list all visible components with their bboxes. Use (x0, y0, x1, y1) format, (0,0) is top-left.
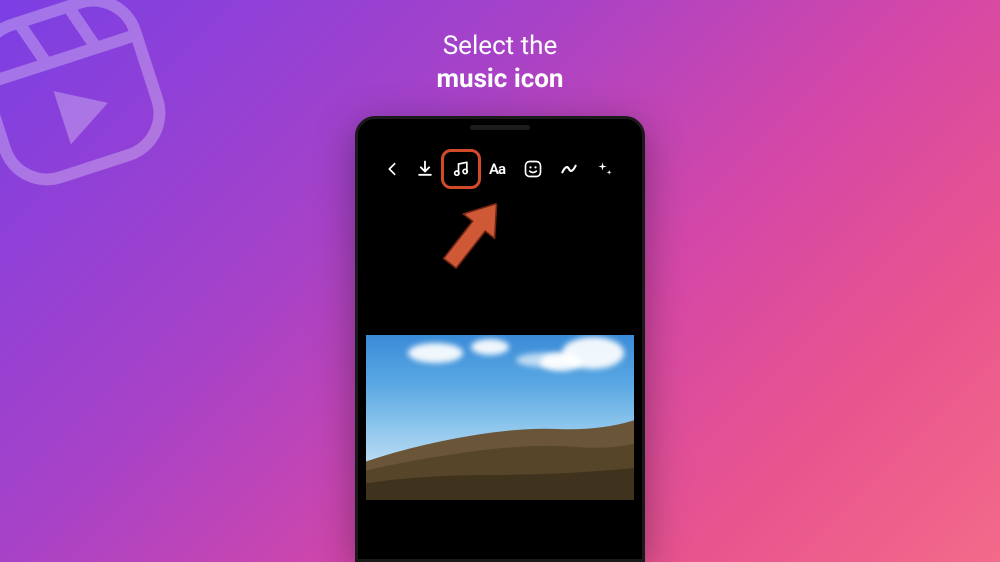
phone-button (355, 285, 356, 327)
chevron-left-icon (384, 161, 400, 177)
media-preview (366, 335, 634, 500)
cloud (540, 353, 582, 371)
phone-screen: Aa (366, 135, 634, 559)
tutorial-title: Select the music icon (436, 30, 563, 95)
phone-button (355, 199, 356, 229)
terrain (366, 405, 634, 500)
cloud (471, 339, 509, 355)
text-button[interactable]: Aa (482, 154, 512, 184)
phone-frame: Aa (355, 116, 645, 562)
back-button[interactable] (380, 157, 404, 181)
tutorial-title-line1: Select the (436, 30, 563, 63)
phone-button (355, 237, 356, 279)
effects-button[interactable] (590, 154, 620, 184)
tool-group: Aa (410, 154, 620, 184)
sparkle-icon (595, 159, 615, 179)
editor-toolbar: Aa (366, 153, 634, 185)
music-button[interactable] (446, 154, 476, 184)
download-button[interactable] (410, 154, 440, 184)
draw-icon (559, 159, 579, 179)
cloud (408, 343, 463, 363)
music-icon (451, 159, 471, 179)
download-icon (415, 159, 435, 179)
phone-button (644, 229, 645, 291)
draw-button[interactable] (554, 154, 584, 184)
pointer-arrow-icon (424, 185, 521, 285)
sticker-button[interactable] (518, 154, 548, 184)
sticker-icon (523, 159, 543, 179)
tutorial-title-line2: music icon (436, 63, 563, 96)
